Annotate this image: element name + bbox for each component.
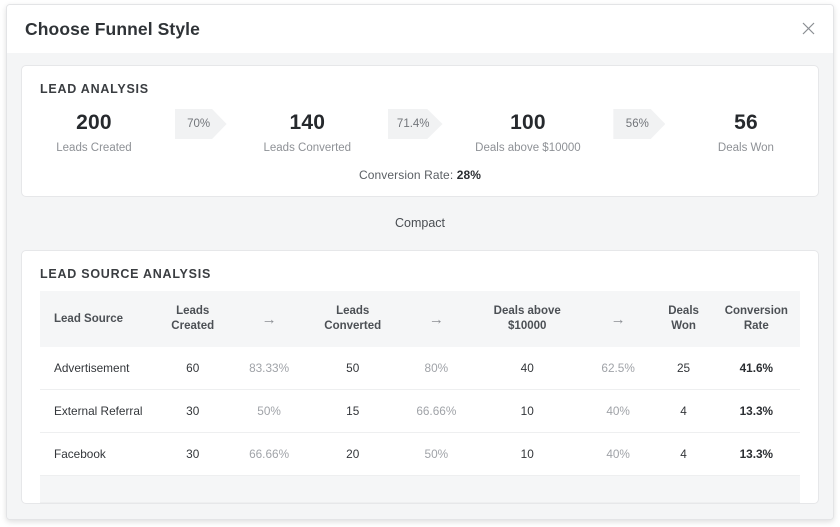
lead-analysis-title: LEAD ANALYSIS xyxy=(40,82,800,96)
style-options-scroll-area[interactable]: LEAD ANALYSIS 200 Leads Created 70% 140 … xyxy=(21,65,819,519)
overall-conversion-rate: Conversion Rate: 28% xyxy=(40,168,800,182)
stage-label: Deals Won xyxy=(698,141,794,156)
conversion-rate-value: 28% xyxy=(457,168,481,182)
stage-label: Leads Created xyxy=(46,141,142,156)
cell-leads-converted: 15 xyxy=(305,390,400,433)
arrow-right-icon-1: → xyxy=(233,291,306,347)
cell-conversion-rate: 13.3% xyxy=(713,390,800,433)
funnel-transition-3: 56% xyxy=(613,109,665,139)
lead-source-analysis-card[interactable]: LEAD SOURCE ANALYSIS Lead Source Leads xyxy=(21,250,819,504)
cell-deals-won: 25 xyxy=(654,347,712,390)
column-header-leads-created[interactable]: Leads Created xyxy=(153,291,233,347)
arrow-right-icon-3: → xyxy=(582,291,655,347)
cell-deals-won: 4 xyxy=(654,433,712,476)
lead-analysis-card[interactable]: LEAD ANALYSIS 200 Leads Created 70% 140 … xyxy=(21,65,819,197)
cell-deals-above: 10 xyxy=(473,433,582,476)
stage-value: 56 xyxy=(698,110,794,136)
funnel-stage-deals-above: 100 Deals above $10000 xyxy=(475,110,581,156)
column-header-conversion-rate[interactable]: Conversion Rate xyxy=(713,291,800,347)
table-footer-row xyxy=(40,476,800,503)
column-header-lead-source[interactable]: Lead Source xyxy=(40,291,153,347)
dialog-body: LEAD ANALYSIS 200 Leads Created 70% 140 … xyxy=(7,53,833,519)
cell-leads-created: 60 xyxy=(153,347,233,390)
lead-source-analysis-title: LEAD SOURCE ANALYSIS xyxy=(40,267,800,281)
cell-pct-1: 83.33% xyxy=(233,347,306,390)
cell-pct-3: 40% xyxy=(582,433,655,476)
arrow-right-icon-2: → xyxy=(400,291,473,347)
stage-value: 140 xyxy=(259,110,355,136)
cell-pct-1: 50% xyxy=(233,390,306,433)
cell-conversion-rate: 41.6% xyxy=(713,347,800,390)
cell-leads-created: 30 xyxy=(153,390,233,433)
dialog-header: Choose Funnel Style xyxy=(7,5,833,53)
cell-deals-above: 40 xyxy=(473,347,582,390)
funnel-stages: 200 Leads Created 70% 140 Leads Converte… xyxy=(40,106,800,156)
column-header-deals-won[interactable]: Deals Won xyxy=(654,291,712,347)
column-header-deals-above[interactable]: Deals above $10000 xyxy=(473,291,582,347)
style-option-label[interactable]: Compact xyxy=(21,197,819,250)
table-row[interactable]: Facebook 30 66.66% 20 50% 10 40% 4 13.3% xyxy=(40,433,800,476)
stage-label: Deals above $10000 xyxy=(475,141,581,156)
cell-leads-converted: 50 xyxy=(305,347,400,390)
funnel-transition-1: 70% xyxy=(175,109,227,139)
cell-leads-converted: 20 xyxy=(305,433,400,476)
cell-conversion-rate: 13.3% xyxy=(713,433,800,476)
funnel-transition-2: 71.4% xyxy=(388,109,443,139)
column-header-leads-converted[interactable]: Leads Converted xyxy=(305,291,400,347)
table-body: Advertisement 60 83.33% 50 80% 40 62.5% … xyxy=(40,347,800,503)
cell-pct-2: 80% xyxy=(400,347,473,390)
cell-pct-2: 50% xyxy=(400,433,473,476)
lead-source-table: Lead Source Leads Created → Leads Conver… xyxy=(40,291,800,503)
page-title: Choose Funnel Style xyxy=(25,19,200,40)
cell-pct-2: 66.66% xyxy=(400,390,473,433)
conversion-rate-label: Conversion Rate: xyxy=(359,168,453,182)
funnel-stage-leads-converted: 140 Leads Converted xyxy=(259,110,355,156)
close-icon[interactable] xyxy=(797,17,819,39)
stage-value: 200 xyxy=(46,110,142,136)
cell-lead-source: External Referral xyxy=(40,390,153,433)
table-row[interactable]: External Referral 30 50% 15 66.66% 10 40… xyxy=(40,390,800,433)
cell-leads-created: 30 xyxy=(153,433,233,476)
cell-deals-won: 4 xyxy=(654,390,712,433)
cell-pct-1: 66.66% xyxy=(233,433,306,476)
cell-deals-above: 10 xyxy=(473,390,582,433)
cell-pct-3: 40% xyxy=(582,390,655,433)
cell-lead-source: Advertisement xyxy=(40,347,153,390)
cell-lead-source: Facebook xyxy=(40,433,153,476)
funnel-stage-deals-won: 56 Deals Won xyxy=(698,110,794,156)
funnel-stage-leads-created: 200 Leads Created xyxy=(46,110,142,156)
choose-funnel-style-dialog: Choose Funnel Style LEAD ANALYSIS 200 Le… xyxy=(6,4,834,520)
stage-value: 100 xyxy=(475,110,581,136)
cell-pct-3: 62.5% xyxy=(582,347,655,390)
table-header-row: Lead Source Leads Created → Leads Conver… xyxy=(40,291,800,347)
stage-label: Leads Converted xyxy=(259,141,355,156)
table-row[interactable]: Advertisement 60 83.33% 50 80% 40 62.5% … xyxy=(40,347,800,390)
